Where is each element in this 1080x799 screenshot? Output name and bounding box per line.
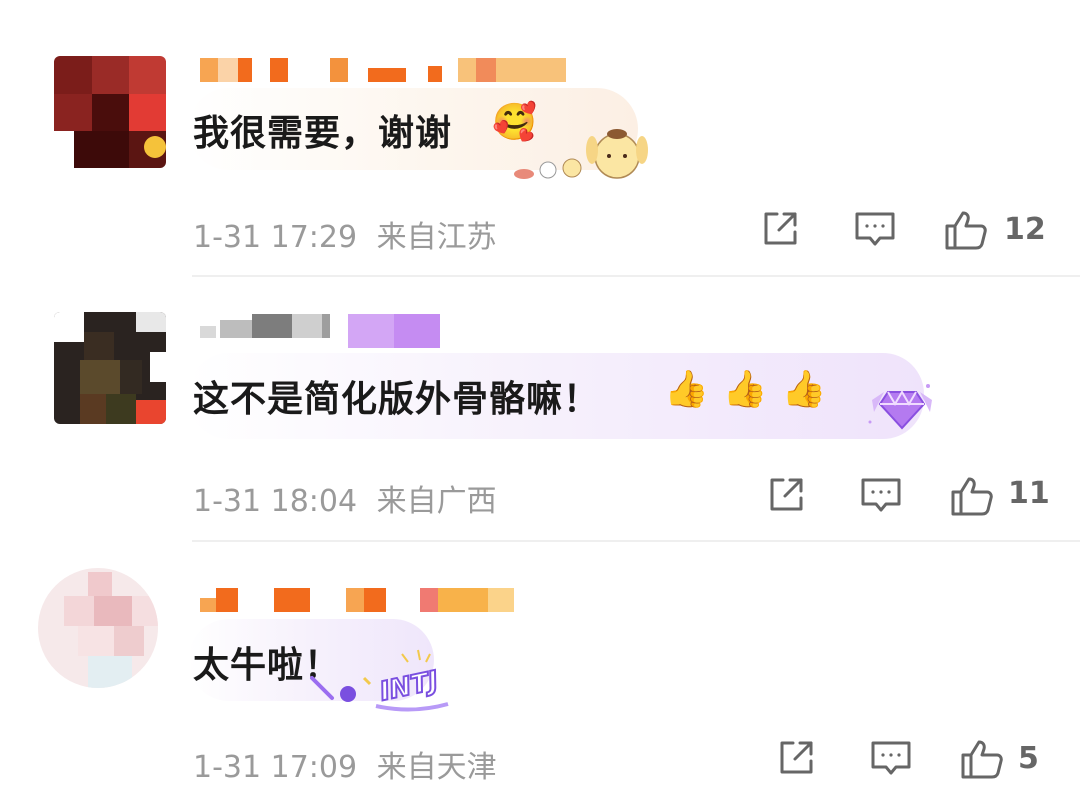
comment-item: 太牛啦！ INTJ 1-31 17:09 来自天津 5 (0, 532, 1080, 798)
share-button[interactable] (766, 475, 806, 515)
intj-badge-text: INTJ (377, 666, 441, 708)
share-button[interactable] (776, 738, 816, 778)
share-icon (780, 741, 813, 774)
comment-item: 这不是简化版外骨骼嘛！ 👍👍👍 1-31 18:04 来自广西 11 (0, 266, 1080, 532)
share-icon (764, 212, 797, 245)
thumbs-up-icon (951, 477, 993, 516)
comment-text: 这不是简化版外骨骼嘛！ (193, 379, 601, 420)
comment-time: 1-31 17:09 (193, 750, 358, 785)
comment-meta: 1-31 17:09 来自天津 (193, 742, 497, 786)
share-icon (770, 478, 803, 511)
comment-reply-button[interactable] (870, 738, 911, 778)
like-count: 5 (1018, 741, 1039, 776)
gem-badge-icon (862, 378, 942, 438)
avatar[interactable] (54, 312, 166, 424)
thumbs-up-icon (961, 740, 1003, 779)
comment-icon (871, 741, 911, 775)
like-button[interactable] (950, 475, 993, 516)
thumbs-up-icon (945, 211, 987, 250)
intj-badge-icon[interactable]: INTJ (302, 648, 452, 714)
comment-meta: 1-31 17:29 来自江苏 (193, 212, 497, 256)
comment-location: 来自广西 (376, 484, 497, 519)
comment-meta: 1-31 18:04 来自广西 (193, 476, 497, 520)
comment-location: 来自江苏 (376, 220, 497, 255)
comment-item: 我很需要，谢谢 🥰 1-31 17:29 来自江苏 12 (0, 0, 1080, 266)
comment-time: 1-31 18:04 (193, 484, 358, 519)
like-button[interactable] (960, 738, 1003, 779)
like-count: 12 (1004, 212, 1046, 247)
avatar[interactable] (38, 568, 158, 688)
like-count: 11 (1008, 476, 1050, 511)
thumbs-up-emoji: 👍👍👍 (664, 369, 841, 410)
avatar[interactable] (54, 56, 166, 168)
comment-reply-button[interactable] (854, 209, 895, 249)
comment-icon (855, 212, 895, 246)
comment-time: 1-31 17:29 (193, 220, 358, 255)
comment-icon (861, 478, 901, 512)
like-button[interactable] (944, 209, 987, 250)
comment-reply-button[interactable] (860, 475, 901, 515)
comment-text: 我很需要，谢谢 (193, 113, 453, 154)
pudding-dog-sticker-icon (512, 120, 652, 182)
comment-location: 来自天津 (376, 750, 497, 785)
share-button[interactable] (760, 209, 800, 249)
